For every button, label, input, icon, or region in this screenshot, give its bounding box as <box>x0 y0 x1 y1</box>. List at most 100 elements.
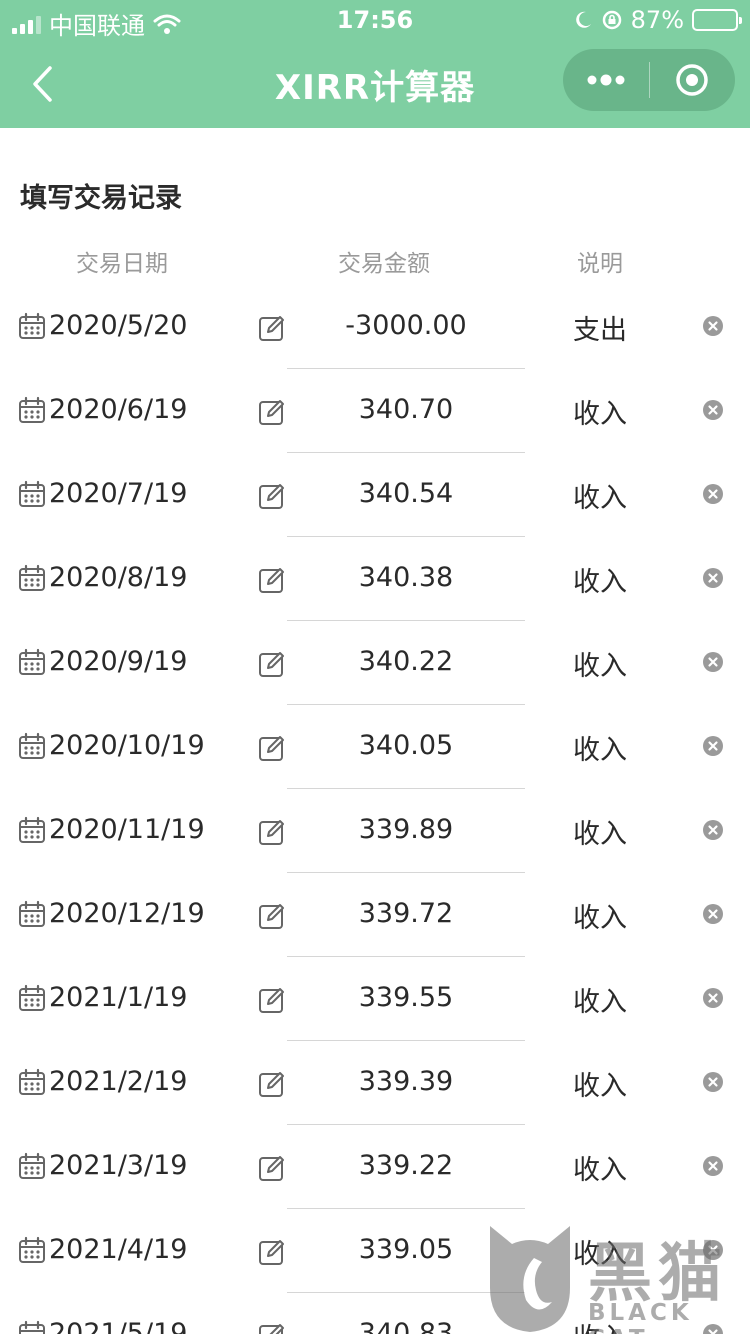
transaction-desc[interactable]: 收入 <box>540 1148 660 1187</box>
edit-icon[interactable] <box>258 566 286 594</box>
amount-underline <box>287 788 525 789</box>
edit-icon[interactable] <box>258 398 286 426</box>
transaction-date[interactable]: 2021/4/19 <box>49 1234 187 1265</box>
edit-icon[interactable] <box>258 650 286 678</box>
transaction-date[interactable]: 2020/11/19 <box>49 814 205 845</box>
transaction-row: 2021/2/19 339.39 收入 <box>0 1042 750 1126</box>
header-desc: 说明 <box>577 251 623 277</box>
transaction-date[interactable]: 2020/10/19 <box>49 730 205 761</box>
transaction-desc[interactable]: 收入 <box>540 728 660 767</box>
calendar-icon[interactable] <box>18 1236 46 1264</box>
battery-icon <box>692 9 742 31</box>
calendar-icon[interactable] <box>18 480 46 508</box>
transaction-desc[interactable]: 支出 <box>540 308 660 347</box>
edit-icon[interactable] <box>258 1070 286 1098</box>
calendar-icon[interactable] <box>18 732 46 760</box>
transaction-row: 2020/7/19 340.54 收入 <box>0 454 750 538</box>
calendar-icon[interactable] <box>18 396 46 424</box>
amount-input[interactable]: 339.89 <box>287 814 525 845</box>
transaction-row: 2020/12/19 339.72 收入 <box>0 874 750 958</box>
calendar-icon[interactable] <box>18 984 46 1012</box>
delete-row-icon[interactable] <box>703 904 723 924</box>
more-button[interactable] <box>563 49 649 111</box>
calendar-icon[interactable] <box>18 1320 46 1334</box>
amount-input[interactable]: 340.05 <box>287 730 525 761</box>
edit-icon[interactable] <box>258 818 286 846</box>
edit-icon[interactable] <box>258 986 286 1014</box>
top-bar: 中国联通 17:56 87% XIRR计算器 <box>0 0 750 128</box>
transaction-desc[interactable]: 收入 <box>540 812 660 851</box>
edit-icon[interactable] <box>258 1154 286 1182</box>
column-headers: 交易日期 交易金额 说明 <box>0 244 750 278</box>
transaction-date[interactable]: 2020/6/19 <box>49 394 187 425</box>
delete-row-icon[interactable] <box>703 400 723 420</box>
header-amount: 交易金额 <box>338 251 430 277</box>
close-target-icon <box>676 64 708 96</box>
transaction-date[interactable]: 2021/5/19 <box>49 1318 187 1334</box>
calendar-icon[interactable] <box>18 900 46 928</box>
delete-row-icon[interactable] <box>703 652 723 672</box>
delete-row-icon[interactable] <box>703 316 723 336</box>
transaction-desc[interactable]: 收入 <box>540 476 660 515</box>
rotation-lock-icon <box>602 10 621 30</box>
transaction-date[interactable]: 2020/8/19 <box>49 562 187 593</box>
amount-input[interactable]: 340.22 <box>287 646 525 677</box>
moon-icon <box>575 11 591 28</box>
menu-capsule <box>563 49 735 111</box>
delete-row-icon[interactable] <box>703 1072 723 1092</box>
calendar-icon[interactable] <box>18 648 46 676</box>
amount-underline <box>287 1124 525 1125</box>
transaction-date[interactable]: 2020/7/19 <box>49 478 187 509</box>
amount-input[interactable]: -3000.00 <box>287 310 525 341</box>
edit-icon[interactable] <box>258 1322 286 1334</box>
section-title: 填写交易记录 <box>20 183 182 214</box>
transaction-row: 2021/3/19 339.22 收入 <box>0 1126 750 1210</box>
delete-row-icon[interactable] <box>703 568 723 588</box>
nav-bar: XIRR计算器 <box>0 40 750 128</box>
calendar-icon[interactable] <box>18 312 46 340</box>
edit-icon[interactable] <box>258 482 286 510</box>
delete-row-icon[interactable] <box>703 820 723 840</box>
delete-row-icon[interactable] <box>703 1156 723 1176</box>
amount-input[interactable]: 339.22 <box>287 1150 525 1181</box>
calendar-icon[interactable] <box>18 1068 46 1096</box>
transaction-desc[interactable]: 收入 <box>540 392 660 431</box>
amount-input[interactable]: 339.72 <box>287 898 525 929</box>
amount-input[interactable]: 339.55 <box>287 982 525 1013</box>
transaction-desc[interactable]: 收入 <box>540 1064 660 1103</box>
transaction-date[interactable]: 2020/5/20 <box>49 310 187 341</box>
transaction-desc[interactable]: 收入 <box>540 896 660 935</box>
calendar-icon[interactable] <box>18 1152 46 1180</box>
transaction-date[interactable]: 2021/3/19 <box>49 1150 187 1181</box>
transaction-row: 2020/10/19 340.05 收入 <box>0 706 750 790</box>
close-miniprogram-button[interactable] <box>650 49 736 111</box>
transaction-row: 2020/11/19 339.89 收入 <box>0 790 750 874</box>
edit-icon[interactable] <box>258 902 286 930</box>
status-bar: 中国联通 17:56 87% <box>0 0 750 40</box>
edit-icon[interactable] <box>258 1238 286 1266</box>
delete-row-icon[interactable] <box>703 484 723 504</box>
calendar-icon[interactable] <box>18 564 46 592</box>
delete-row-icon[interactable] <box>703 988 723 1008</box>
amount-input[interactable]: 339.39 <box>287 1066 525 1097</box>
amount-input[interactable]: 340.54 <box>287 478 525 509</box>
amount-underline <box>287 872 525 873</box>
transaction-desc[interactable]: 收入 <box>540 644 660 683</box>
amount-underline <box>287 452 525 453</box>
edit-icon[interactable] <box>258 314 286 342</box>
transaction-row: 2020/9/19 340.22 收入 <box>0 622 750 706</box>
delete-row-icon[interactable] <box>703 736 723 756</box>
transaction-date[interactable]: 2020/12/19 <box>49 898 205 929</box>
watermark-en: BLACK CAT <box>588 1300 693 1334</box>
edit-icon[interactable] <box>258 734 286 762</box>
battery-percent: 87% <box>630 6 684 34</box>
amount-input[interactable]: 340.38 <box>287 562 525 593</box>
transaction-desc[interactable]: 收入 <box>540 980 660 1019</box>
transaction-date[interactable]: 2020/9/19 <box>49 646 187 677</box>
calendar-icon[interactable] <box>18 816 46 844</box>
amount-underline <box>287 536 525 537</box>
amount-input[interactable]: 340.70 <box>287 394 525 425</box>
transaction-date[interactable]: 2021/1/19 <box>49 982 187 1013</box>
transaction-date[interactable]: 2021/2/19 <box>49 1066 187 1097</box>
transaction-desc[interactable]: 收入 <box>540 560 660 599</box>
